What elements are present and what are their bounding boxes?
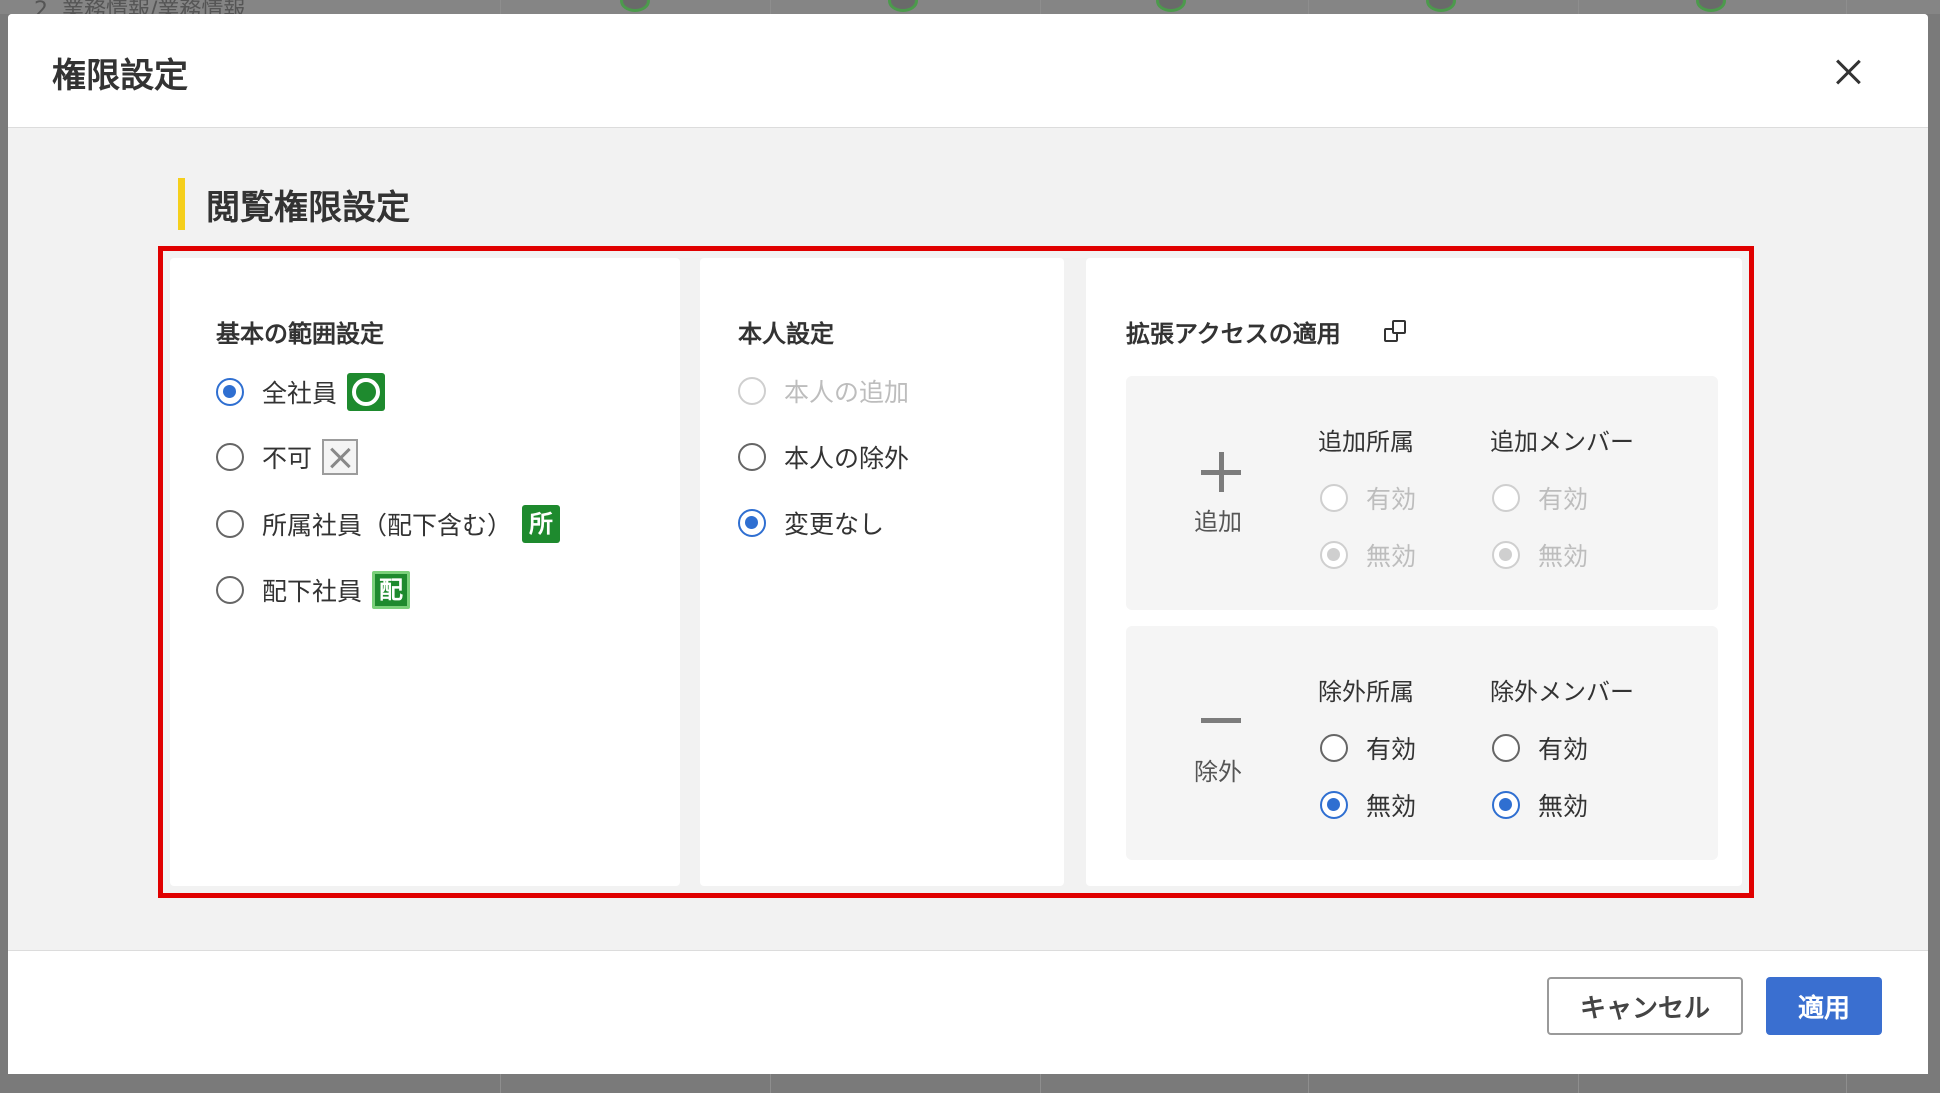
add-department-title: 追加所属 [1318, 428, 1414, 456]
self-setting-panel [700, 258, 1064, 886]
add-member-invalid: 無効 [1492, 537, 1588, 573]
extended-remove-box [1126, 626, 1718, 860]
radio-button [738, 377, 766, 405]
radio-button[interactable] [738, 443, 766, 471]
radio-button[interactable] [1320, 791, 1348, 819]
dialog-title: 権限設定 [52, 56, 188, 96]
radio-button[interactable] [1492, 791, 1520, 819]
radio-button [1320, 541, 1348, 569]
radio-button[interactable] [216, 576, 244, 604]
radio-label: 無効 [1366, 792, 1417, 821]
cancel-button[interactable]: キャンセル [1547, 977, 1743, 1035]
radio-button[interactable] [216, 378, 244, 406]
remove-member-invalid[interactable]: 無効 [1492, 787, 1588, 823]
add-member-valid: 有効 [1492, 480, 1588, 516]
radio-label: 有効 [1538, 735, 1589, 764]
radio-exclude-self[interactable]: 本人の除外 [738, 439, 909, 475]
radio-subordinate-employees[interactable]: 配下社員 配 [216, 571, 411, 609]
basic-scope-title: 基本の範囲設定 [216, 320, 384, 348]
dialog-footer: キャンセル 適用 [8, 950, 1928, 1074]
radio-label: 配下社員 [262, 577, 363, 606]
remove-department-valid[interactable]: 有効 [1320, 730, 1416, 766]
radio-label: 有効 [1538, 485, 1589, 514]
radio-department-employees[interactable]: 所属社員（配下含む） 所 [216, 505, 561, 543]
subordinate-badge-icon: 配 [372, 571, 411, 609]
radio-button[interactable] [1320, 734, 1348, 762]
plus-icon [1201, 452, 1241, 492]
radio-button[interactable] [216, 443, 244, 471]
radio-button[interactable] [1492, 734, 1520, 762]
radio-label: 全社員 [262, 379, 338, 408]
extended-add-box [1126, 376, 1718, 610]
extended-access-title: 拡張アクセスの適用 [1126, 320, 1341, 348]
radio-no-change[interactable]: 変更なし [738, 505, 884, 541]
extended-remove-label: 除外 [1194, 758, 1242, 786]
section-heading-bar [178, 178, 185, 230]
extended-add-label: 追加 [1194, 508, 1242, 536]
radio-button [1492, 484, 1520, 512]
radio-button[interactable] [738, 509, 766, 537]
radio-label: 本人の除外 [784, 444, 910, 473]
add-member-title: 追加メンバー [1490, 428, 1634, 456]
dialog-header: 権限設定 [8, 14, 1928, 128]
radio-button [1320, 484, 1348, 512]
department-badge-icon: 所 [522, 505, 561, 543]
add-department-invalid: 無効 [1320, 537, 1416, 573]
section-heading: 閲覧権限設定 [206, 188, 410, 228]
radio-label: 無効 [1538, 542, 1589, 571]
radio-label: 不可 [262, 444, 313, 473]
self-setting-title: 本人設定 [738, 320, 834, 348]
remove-department-invalid[interactable]: 無効 [1320, 787, 1416, 823]
radio-button [1492, 541, 1520, 569]
radio-add-self: 本人の追加 [738, 373, 909, 409]
remove-department-title: 除外所属 [1318, 678, 1414, 706]
remove-member-title: 除外メンバー [1490, 678, 1634, 706]
radio-label: 無効 [1538, 792, 1589, 821]
external-link-icon[interactable] [1384, 320, 1408, 344]
radio-button[interactable] [216, 510, 244, 538]
allowed-circle-icon [347, 373, 386, 411]
apply-button[interactable]: 適用 [1766, 977, 1882, 1035]
radio-all-employees[interactable]: 全社員 [216, 373, 386, 411]
denied-x-icon [322, 439, 359, 475]
radio-label: 有効 [1366, 735, 1417, 764]
radio-label: 変更なし [784, 510, 885, 539]
close-icon[interactable] [1828, 52, 1868, 92]
remove-member-valid[interactable]: 有効 [1492, 730, 1588, 766]
radio-not-allowed[interactable]: 不可 [216, 439, 359, 475]
background-header-row [0, 0, 1940, 14]
radio-label: 所属社員（配下含む） [262, 511, 513, 540]
radio-label: 無効 [1366, 542, 1417, 571]
minus-icon [1201, 718, 1241, 723]
radio-label: 有効 [1366, 485, 1417, 514]
radio-label: 本人の追加 [784, 378, 910, 407]
add-department-valid: 有効 [1320, 480, 1416, 516]
